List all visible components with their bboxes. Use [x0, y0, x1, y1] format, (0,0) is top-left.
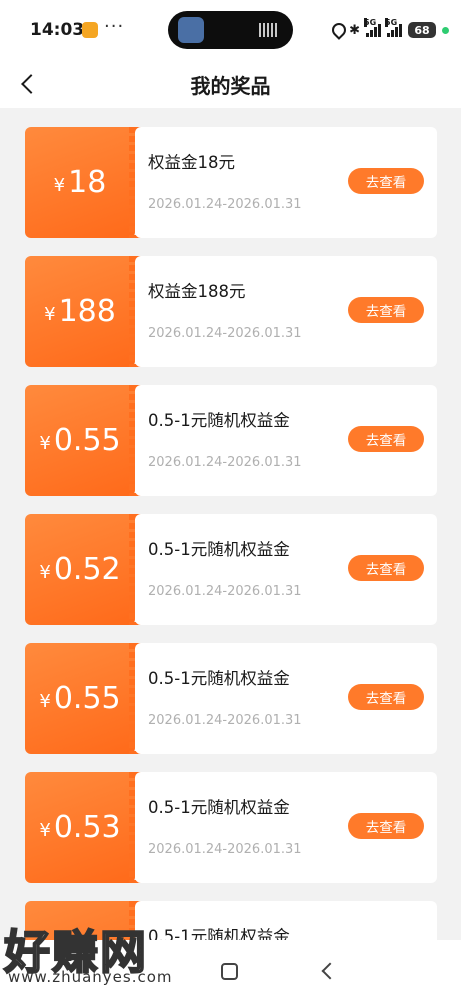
bluetooth-icon: ✱	[349, 22, 360, 38]
prize-detail: 0.5-1元随机权益金 2026.01.24-2026.01.31 去查看	[135, 385, 437, 496]
prize-card[interactable]: ¥ 0.55 0.5-1元随机权益金 2026.01.24-2026.01.31…	[25, 643, 437, 754]
view-button[interactable]: 去查看	[348, 168, 424, 194]
status-time: 14:03	[30, 20, 85, 40]
prize-card[interactable]: ¥ 188 权益金188元 2026.01.24-2026.01.31 去查看	[25, 256, 437, 367]
prize-coupon: ¥ 0.53	[25, 772, 141, 883]
prize-coupon: ¥ 0.55	[25, 385, 141, 496]
media-thumbnail	[178, 17, 204, 43]
system-back-button[interactable]	[320, 964, 334, 978]
view-button[interactable]: 去查看	[348, 813, 424, 839]
battery-icon: 68	[408, 22, 436, 38]
more-notifications-icon: ···	[104, 16, 125, 37]
prize-name: 0.5-1元随机权益金	[148, 540, 290, 559]
prize-list[interactable]: ¥ 18 权益金18元 2026.01.24-2026.01.31 去查看 ¥ …	[0, 108, 461, 940]
view-button[interactable]: 去查看	[348, 684, 424, 710]
prize-detail: 0.5-1元随机权益金 2026.01.24-2026.01.31 去查看	[135, 772, 437, 883]
prize-date-range: 2026.01.24-2026.01.31	[148, 713, 302, 728]
prize-amount: 0.53	[53, 810, 121, 845]
prize-amount: 0.55	[53, 423, 121, 458]
prize-amount: 188	[58, 294, 116, 329]
currency-symbol: ¥	[39, 691, 51, 712]
currency-symbol: ¥	[39, 820, 51, 841]
prize-coupon: ¥ 0.52	[25, 514, 141, 625]
prize-card[interactable]: ¥ 0.52 0.5-1元随机权益金 2026.01.24-2026.01.31…	[25, 514, 437, 625]
network-type-label-2: 5G	[385, 18, 398, 27]
view-button[interactable]: 去查看	[348, 297, 424, 323]
prize-date-range: 2026.01.24-2026.01.31	[148, 584, 302, 599]
prize-coupon: ¥ 188	[25, 256, 141, 367]
signal-icon-2: 5G	[385, 18, 402, 37]
page-title: 我的奖品	[190, 74, 271, 98]
home-button[interactable]	[221, 963, 238, 980]
audio-wave-icon	[259, 23, 279, 37]
currency-symbol: ¥	[44, 304, 56, 325]
prize-amount: 0.52	[53, 552, 121, 587]
status-icons: ✱ 5G 5G 68	[331, 18, 449, 42]
prize-detail: 权益金188元 2026.01.24-2026.01.31 去查看	[135, 256, 437, 367]
signal-icon: 5G	[364, 18, 381, 37]
network-type-label: 5G	[364, 18, 377, 27]
watermark-url: www.zhuanyes.com	[8, 968, 173, 986]
prize-date-range: 2026.01.24-2026.01.31	[148, 842, 302, 857]
prize-date-range: 2026.01.24-2026.01.31	[148, 197, 302, 212]
prize-detail: 0.5-1元随机权益金 2026.01.24-2026.01.31 去查看	[135, 514, 437, 625]
prize-coupon: ¥ 18	[25, 127, 141, 238]
prize-name: 0.5-1元随机权益金	[148, 669, 290, 688]
header: 我的奖品	[0, 60, 461, 108]
prize-amount: 0.55	[53, 681, 121, 716]
prize-detail: 0.5-1元随机权益金 2026.01.24-2026.01.31 去查看	[135, 643, 437, 754]
prize-date-range: 2026.01.24-2026.01.31	[148, 326, 302, 341]
prize-name: 0.5-1元随机权益金	[148, 798, 290, 817]
app-notification-icon	[82, 22, 98, 38]
dynamic-island[interactable]	[168, 11, 293, 49]
prize-name: 权益金18元	[148, 153, 235, 172]
view-button[interactable]: 去查看	[348, 555, 424, 581]
prize-amount: 18	[68, 165, 107, 200]
privacy-dot-icon	[442, 26, 449, 34]
view-button[interactable]: 去查看	[348, 426, 424, 452]
prize-date-range: 2026.01.24-2026.01.31	[148, 455, 302, 470]
location-icon	[331, 23, 343, 37]
prize-name: 权益金188元	[148, 282, 246, 301]
currency-symbol: ¥	[53, 175, 66, 196]
prize-card[interactable]: ¥ 0.53 0.5-1元随机权益金 2026.01.24-2026.01.31…	[25, 772, 437, 883]
prize-card[interactable]: ¥ 0.55 0.5-1元随机权益金 2026.01.24-2026.01.31…	[25, 385, 437, 496]
prize-card[interactable]: ¥ 18 权益金18元 2026.01.24-2026.01.31 去查看	[25, 127, 437, 238]
currency-symbol: ¥	[39, 562, 51, 583]
currency-symbol: ¥	[39, 433, 51, 454]
status-bar: 14:03 ··· ✱ 5G 5G 68	[0, 0, 461, 60]
prize-name: 0.5-1元随机权益金	[148, 411, 290, 430]
site-watermark: 好赚网 www.zhuanyes.com	[3, 916, 194, 988]
prize-detail: 权益金18元 2026.01.24-2026.01.31 去查看	[135, 127, 437, 238]
prize-coupon: ¥ 0.55	[25, 643, 141, 754]
